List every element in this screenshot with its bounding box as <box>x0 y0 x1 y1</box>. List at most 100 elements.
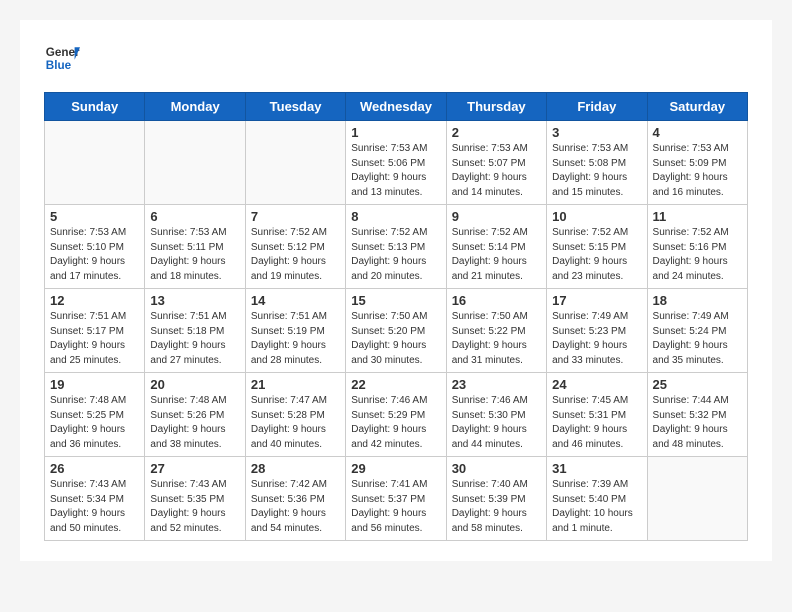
calendar-table: SundayMondayTuesdayWednesdayThursdayFrid… <box>44 92 748 541</box>
day-number: 7 <box>251 209 340 224</box>
day-number: 4 <box>653 125 742 140</box>
weekday-header-sunday: Sunday <box>45 93 145 121</box>
day-info: Sunrise: 7:50 AM Sunset: 5:20 PM Dayligh… <box>351 310 440 368</box>
calendar-cell: 15 Sunrise: 7:50 AM Sunset: 5:20 PM Dayl… <box>346 289 446 373</box>
calendar-week-4: 19 Sunrise: 7:48 AM Sunset: 5:25 PM Dayl… <box>45 373 748 457</box>
day-info: Sunrise: 7:53 AM Sunset: 5:08 PM Dayligh… <box>552 142 641 200</box>
day-number: 26 <box>50 461 139 476</box>
day-number: 12 <box>50 293 139 308</box>
day-number: 5 <box>50 209 139 224</box>
day-number: 29 <box>351 461 440 476</box>
calendar-cell: 8 Sunrise: 7:52 AM Sunset: 5:13 PM Dayli… <box>346 205 446 289</box>
day-number: 17 <box>552 293 641 308</box>
weekday-header-saturday: Saturday <box>647 93 747 121</box>
day-info: Sunrise: 7:49 AM Sunset: 5:23 PM Dayligh… <box>552 310 641 368</box>
logo: General Blue <box>44 40 80 76</box>
calendar-cell: 14 Sunrise: 7:51 AM Sunset: 5:19 PM Dayl… <box>245 289 345 373</box>
day-number: 28 <box>251 461 340 476</box>
day-info: Sunrise: 7:48 AM Sunset: 5:26 PM Dayligh… <box>150 394 239 452</box>
day-number: 22 <box>351 377 440 392</box>
day-number: 19 <box>50 377 139 392</box>
calendar-cell: 3 Sunrise: 7:53 AM Sunset: 5:08 PM Dayli… <box>547 121 647 205</box>
day-info: Sunrise: 7:43 AM Sunset: 5:35 PM Dayligh… <box>150 478 239 536</box>
calendar-week-3: 12 Sunrise: 7:51 AM Sunset: 5:17 PM Dayl… <box>45 289 748 373</box>
day-info: Sunrise: 7:49 AM Sunset: 5:24 PM Dayligh… <box>653 310 742 368</box>
day-info: Sunrise: 7:51 AM Sunset: 5:17 PM Dayligh… <box>50 310 139 368</box>
day-info: Sunrise: 7:46 AM Sunset: 5:30 PM Dayligh… <box>452 394 541 452</box>
day-number: 14 <box>251 293 340 308</box>
logo-icon: General Blue <box>44 40 80 76</box>
day-info: Sunrise: 7:51 AM Sunset: 5:18 PM Dayligh… <box>150 310 239 368</box>
calendar-cell: 29 Sunrise: 7:41 AM Sunset: 5:37 PM Dayl… <box>346 457 446 541</box>
calendar-cell: 26 Sunrise: 7:43 AM Sunset: 5:34 PM Dayl… <box>45 457 145 541</box>
day-number: 27 <box>150 461 239 476</box>
calendar-cell: 23 Sunrise: 7:46 AM Sunset: 5:30 PM Dayl… <box>446 373 546 457</box>
day-info: Sunrise: 7:46 AM Sunset: 5:29 PM Dayligh… <box>351 394 440 452</box>
weekday-header-monday: Monday <box>145 93 245 121</box>
calendar-cell <box>647 457 747 541</box>
calendar-cell: 21 Sunrise: 7:47 AM Sunset: 5:28 PM Dayl… <box>245 373 345 457</box>
day-number: 10 <box>552 209 641 224</box>
calendar-cell: 12 Sunrise: 7:51 AM Sunset: 5:17 PM Dayl… <box>45 289 145 373</box>
day-info: Sunrise: 7:47 AM Sunset: 5:28 PM Dayligh… <box>251 394 340 452</box>
calendar-week-2: 5 Sunrise: 7:53 AM Sunset: 5:10 PM Dayli… <box>45 205 748 289</box>
day-info: Sunrise: 7:41 AM Sunset: 5:37 PM Dayligh… <box>351 478 440 536</box>
calendar-cell: 24 Sunrise: 7:45 AM Sunset: 5:31 PM Dayl… <box>547 373 647 457</box>
day-number: 30 <box>452 461 541 476</box>
calendar-cell <box>145 121 245 205</box>
day-info: Sunrise: 7:40 AM Sunset: 5:39 PM Dayligh… <box>452 478 541 536</box>
calendar-week-5: 26 Sunrise: 7:43 AM Sunset: 5:34 PM Dayl… <box>45 457 748 541</box>
day-number: 1 <box>351 125 440 140</box>
day-info: Sunrise: 7:52 AM Sunset: 5:14 PM Dayligh… <box>452 226 541 284</box>
calendar-cell: 22 Sunrise: 7:46 AM Sunset: 5:29 PM Dayl… <box>346 373 446 457</box>
day-info: Sunrise: 7:53 AM Sunset: 5:06 PM Dayligh… <box>351 142 440 200</box>
day-info: Sunrise: 7:53 AM Sunset: 5:09 PM Dayligh… <box>653 142 742 200</box>
day-info: Sunrise: 7:44 AM Sunset: 5:32 PM Dayligh… <box>653 394 742 452</box>
calendar-cell: 7 Sunrise: 7:52 AM Sunset: 5:12 PM Dayli… <box>245 205 345 289</box>
day-number: 2 <box>452 125 541 140</box>
weekday-header-row: SundayMondayTuesdayWednesdayThursdayFrid… <box>45 93 748 121</box>
day-info: Sunrise: 7:52 AM Sunset: 5:16 PM Dayligh… <box>653 226 742 284</box>
day-info: Sunrise: 7:53 AM Sunset: 5:10 PM Dayligh… <box>50 226 139 284</box>
day-number: 25 <box>653 377 742 392</box>
day-info: Sunrise: 7:43 AM Sunset: 5:34 PM Dayligh… <box>50 478 139 536</box>
day-number: 20 <box>150 377 239 392</box>
weekday-header-tuesday: Tuesday <box>245 93 345 121</box>
calendar-cell: 19 Sunrise: 7:48 AM Sunset: 5:25 PM Dayl… <box>45 373 145 457</box>
calendar-cell: 11 Sunrise: 7:52 AM Sunset: 5:16 PM Dayl… <box>647 205 747 289</box>
calendar-cell: 1 Sunrise: 7:53 AM Sunset: 5:06 PM Dayli… <box>346 121 446 205</box>
calendar-cell: 27 Sunrise: 7:43 AM Sunset: 5:35 PM Dayl… <box>145 457 245 541</box>
calendar-cell: 31 Sunrise: 7:39 AM Sunset: 5:40 PM Dayl… <box>547 457 647 541</box>
day-number: 24 <box>552 377 641 392</box>
day-number: 31 <box>552 461 641 476</box>
calendar-cell: 4 Sunrise: 7:53 AM Sunset: 5:09 PM Dayli… <box>647 121 747 205</box>
calendar-cell: 18 Sunrise: 7:49 AM Sunset: 5:24 PM Dayl… <box>647 289 747 373</box>
day-number: 13 <box>150 293 239 308</box>
header-row: General Blue <box>44 40 748 76</box>
calendar-cell: 13 Sunrise: 7:51 AM Sunset: 5:18 PM Dayl… <box>145 289 245 373</box>
day-info: Sunrise: 7:51 AM Sunset: 5:19 PM Dayligh… <box>251 310 340 368</box>
day-info: Sunrise: 7:52 AM Sunset: 5:13 PM Dayligh… <box>351 226 440 284</box>
calendar-cell: 17 Sunrise: 7:49 AM Sunset: 5:23 PM Dayl… <box>547 289 647 373</box>
calendar-cell: 16 Sunrise: 7:50 AM Sunset: 5:22 PM Dayl… <box>446 289 546 373</box>
day-number: 16 <box>452 293 541 308</box>
weekday-header-thursday: Thursday <box>446 93 546 121</box>
calendar-cell: 9 Sunrise: 7:52 AM Sunset: 5:14 PM Dayli… <box>446 205 546 289</box>
day-info: Sunrise: 7:53 AM Sunset: 5:07 PM Dayligh… <box>452 142 541 200</box>
day-info: Sunrise: 7:52 AM Sunset: 5:15 PM Dayligh… <box>552 226 641 284</box>
day-number: 15 <box>351 293 440 308</box>
weekday-header-wednesday: Wednesday <box>346 93 446 121</box>
day-info: Sunrise: 7:39 AM Sunset: 5:40 PM Dayligh… <box>552 478 641 536</box>
calendar-cell: 2 Sunrise: 7:53 AM Sunset: 5:07 PM Dayli… <box>446 121 546 205</box>
day-number: 6 <box>150 209 239 224</box>
day-info: Sunrise: 7:53 AM Sunset: 5:11 PM Dayligh… <box>150 226 239 284</box>
page-container: General Blue SundayMondayTuesdayWednesda… <box>20 20 772 561</box>
day-number: 18 <box>653 293 742 308</box>
calendar-week-1: 1 Sunrise: 7:53 AM Sunset: 5:06 PM Dayli… <box>45 121 748 205</box>
calendar-cell <box>245 121 345 205</box>
calendar-cell: 6 Sunrise: 7:53 AM Sunset: 5:11 PM Dayli… <box>145 205 245 289</box>
calendar-cell: 10 Sunrise: 7:52 AM Sunset: 5:15 PM Dayl… <box>547 205 647 289</box>
calendar-cell: 20 Sunrise: 7:48 AM Sunset: 5:26 PM Dayl… <box>145 373 245 457</box>
calendar-cell: 25 Sunrise: 7:44 AM Sunset: 5:32 PM Dayl… <box>647 373 747 457</box>
day-info: Sunrise: 7:48 AM Sunset: 5:25 PM Dayligh… <box>50 394 139 452</box>
